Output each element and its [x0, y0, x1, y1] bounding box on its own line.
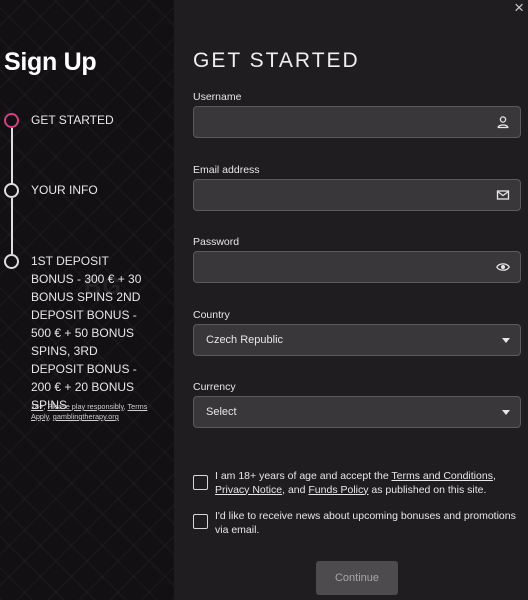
legal-disclaimer: 18+, Please play responsibly, Terms Appl…	[31, 402, 148, 421]
username-label: Username	[193, 91, 242, 103]
password-label: Password	[193, 236, 240, 248]
consent-text-suffix: as published on this site.	[368, 483, 487, 496]
consent-comma: ,	[492, 470, 496, 482]
signup-sidebar: BG Sign Up GET STARTED YOUR INFO 1ST DEP…	[0, 0, 174, 600]
currency-value: Select	[206, 406, 237, 418]
step-indicator	[4, 254, 19, 269]
eye-icon[interactable]	[496, 260, 510, 274]
terms-link[interactable]: Terms and Conditions	[391, 470, 493, 482]
consent-and: , and	[282, 483, 309, 496]
newsletter-checkbox[interactable]	[193, 514, 208, 529]
country-select[interactable]: Czech Republic	[193, 324, 521, 356]
sidebar-title: Sign Up	[4, 48, 97, 76]
step-connector	[11, 198, 13, 254]
close-icon: ×	[514, 0, 524, 17]
step-connector	[11, 128, 13, 184]
currency-select[interactable]: Select	[193, 396, 521, 428]
chevron-down-icon	[502, 410, 510, 415]
user-icon	[497, 116, 509, 129]
step-bonus: 1ST DEPOSIT BONUS - 300 € + 30 BONUS SPI…	[31, 254, 142, 412]
funds-policy-link[interactable]: Funds Policy	[308, 484, 368, 496]
email-input[interactable]	[193, 179, 521, 211]
terms-consent-text: I am 18+ years of age and accept the Ter…	[215, 470, 525, 497]
close-button[interactable]: ×	[514, 0, 524, 17]
password-input[interactable]	[193, 251, 521, 283]
country-value: Czech Republic	[206, 334, 284, 346]
form-title: GET STARTED	[193, 49, 360, 72]
step-get-started: GET STARTED	[31, 113, 114, 127]
username-input[interactable]	[193, 106, 521, 138]
chevron-down-icon	[502, 338, 510, 343]
currency-label: Currency	[193, 381, 236, 393]
step-indicator-active	[4, 113, 19, 128]
terms-checkbox[interactable]	[193, 475, 208, 490]
country-label: Country	[193, 309, 230, 321]
continue-button[interactable]: Continue	[316, 561, 398, 595]
step-your-info: YOUR INFO	[31, 183, 98, 197]
step-indicator	[4, 183, 19, 198]
email-label: Email address	[193, 164, 260, 176]
envelope-icon	[496, 190, 510, 200]
consent-text-prefix: I am 18+ years of age and accept the	[215, 470, 392, 482]
privacy-link[interactable]: Privacy Notice	[215, 484, 282, 496]
newsletter-text: I'd like to receive news about upcoming …	[215, 510, 516, 536]
responsible-link[interactable]: Please play responsibly	[47, 402, 123, 411]
gamblingtherapy-link[interactable]: gamblingtherapy.org	[53, 412, 119, 421]
age-link[interactable]: 18+	[31, 402, 43, 411]
